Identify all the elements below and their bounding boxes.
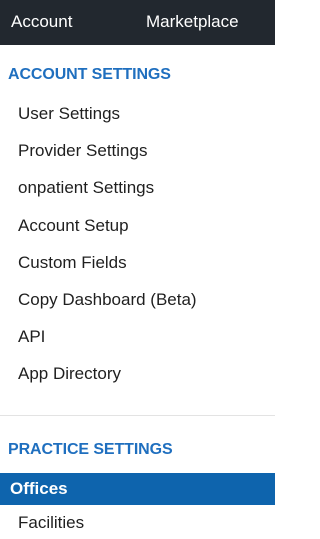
tab-account[interactable]: Account [11, 12, 72, 32]
sidebar-item-account-setup[interactable]: Account Setup [0, 210, 275, 242]
sidebar-item-app-directory[interactable]: App Directory [0, 358, 275, 390]
sidebar-item-facilities[interactable]: Facilities [0, 507, 275, 539]
sidebar-item-api[interactable]: API [0, 321, 275, 353]
sidebar-item-provider-settings[interactable]: Provider Settings [0, 135, 275, 167]
sidebar-item-copy-dashboard[interactable]: Copy Dashboard (Beta) [0, 284, 275, 316]
practice-settings-header: PRACTICE SETTINGS [8, 441, 173, 458]
tab-marketplace[interactable]: Marketplace [146, 12, 239, 32]
section-divider [0, 415, 275, 416]
account-settings-header: ACCOUNT SETTINGS [8, 66, 171, 83]
sidebar-item-user-settings[interactable]: User Settings [0, 98, 275, 130]
sidebar-item-offices[interactable]: Offices [0, 473, 275, 505]
sidebar-item-onpatient-settings[interactable]: onpatient Settings [0, 172, 275, 204]
sidebar-item-custom-fields[interactable]: Custom Fields [0, 247, 275, 279]
top-nav-bar: Account Marketplace [0, 0, 275, 45]
